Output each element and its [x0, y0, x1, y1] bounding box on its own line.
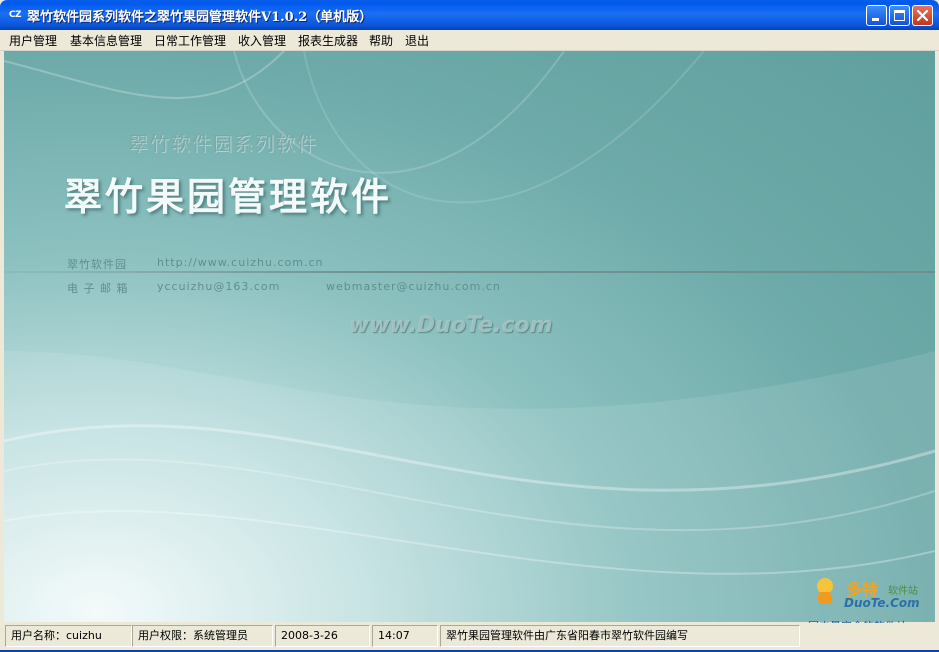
- menu-help[interactable]: 帮助: [369, 32, 393, 49]
- menu-exit[interactable]: 退出: [405, 32, 429, 49]
- menu-basic-info[interactable]: 基本信息管理: [70, 32, 142, 49]
- minimize-button[interactable]: [866, 5, 887, 26]
- app-title: 翠竹果园管理软件: [64, 174, 393, 219]
- close-icon: [916, 9, 929, 22]
- corner-sub: 软件站: [888, 586, 918, 597]
- window-title: 翠竹软件园系列软件之翠竹果园管理软件V1.0.2（单机版）: [27, 10, 373, 25]
- close-button[interactable]: [912, 5, 933, 26]
- minimize-icon: [872, 18, 879, 21]
- status-time: 14:07: [372, 625, 438, 647]
- mascot-icon: [817, 578, 833, 604]
- site-url: http://www.cuizhu.com.cn: [157, 256, 324, 269]
- app-icon: CZ: [8, 10, 22, 20]
- status-user: 用户名称：cuizhu: [5, 625, 132, 647]
- status-permission: 用户权限：系统管理员: [132, 625, 273, 647]
- menu-bar: 用户管理 基本信息管理 日常工作管理 收入管理 报表生成器 帮助 退出: [0, 30, 939, 51]
- menu-income[interactable]: 收入管理: [238, 32, 286, 49]
- status-bar: 用户名称：cuizhu 用户权限：系统管理员 2008-3-26 14:07 翠…: [0, 623, 939, 652]
- status-info: 翠竹果园管理软件由广东省阳春市翠竹软件园编写: [440, 625, 800, 647]
- series-name: 翠竹软件园系列软件: [129, 133, 319, 155]
- maximize-button[interactable]: [889, 5, 910, 26]
- status-date: 2008-3-26: [275, 625, 370, 647]
- email-label: 电 子 邮 箱: [67, 282, 129, 295]
- maximize-icon: [894, 10, 905, 21]
- corner-domain: DuoTe.Com: [844, 596, 920, 610]
- menu-daily-work[interactable]: 日常工作管理: [154, 32, 226, 49]
- email-secondary: webmaster@cuizhu.com.cn: [326, 280, 501, 293]
- watermark-text: www.DuoTe.com: [349, 313, 553, 338]
- site-label: 翠竹软件园: [67, 258, 127, 271]
- menu-user-management[interactable]: 用户管理: [9, 32, 57, 49]
- splash-area: 翠竹软件园系列软件 翠竹果园管理软件 翠竹软件园 http://www.cuiz…: [4, 51, 935, 622]
- email-primary: yccuizhu@163.com: [157, 280, 281, 293]
- menu-report-generator[interactable]: 报表生成器: [298, 32, 358, 49]
- corner-logo: 多特 软件站 DuoTe.Com 国内最安全的软件站: [806, 574, 936, 633]
- divider: [4, 271, 935, 273]
- title-bar[interactable]: CZ 翠竹软件园系列软件之翠竹果园管理软件V1.0.2（单机版）: [0, 0, 939, 30]
